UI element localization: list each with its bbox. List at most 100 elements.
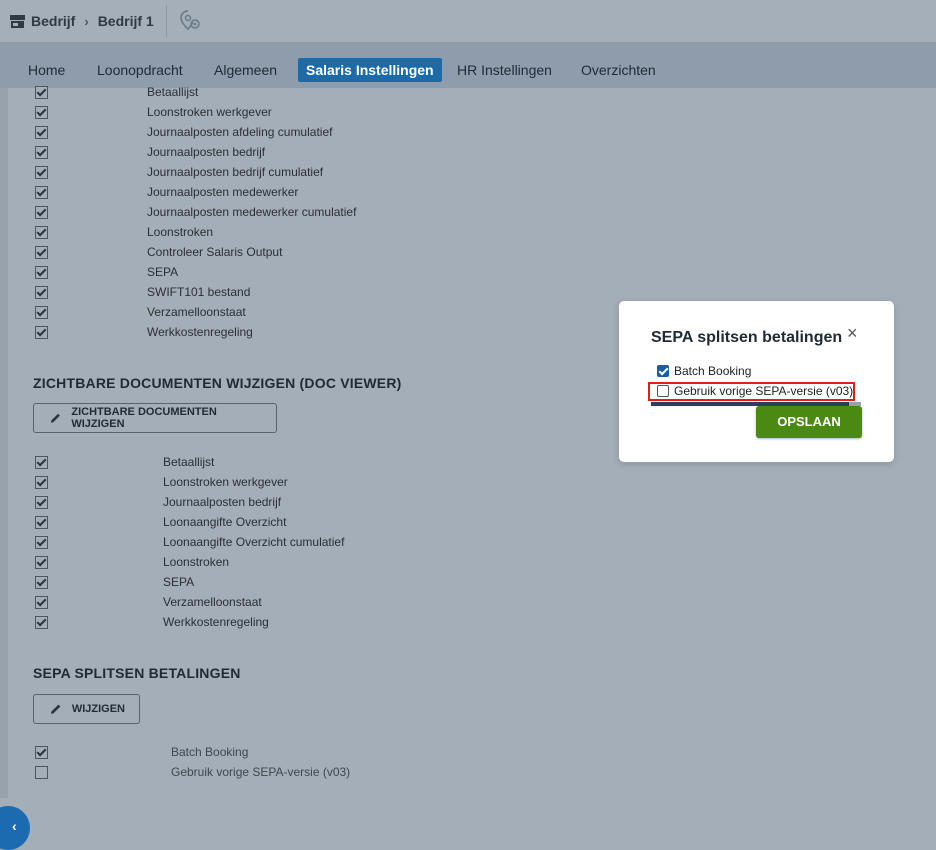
list-item-label: Betaallijst	[163, 455, 215, 469]
list-item: Journaalposten medewerker cumulatief	[8, 204, 608, 224]
checkbox[interactable]	[35, 576, 48, 589]
tab-hr-instellingen[interactable]: HR Instellingen	[449, 58, 560, 82]
list-item: Werkkostenregeling	[8, 614, 608, 634]
modal-checkbox-batch-booking[interactable]	[657, 365, 669, 377]
list-item: Controleer Salaris Output	[8, 244, 608, 264]
list-item: Betaallijst	[8, 454, 608, 474]
list-item-label: Werkkostenregeling	[147, 325, 253, 339]
list-item-label: Loonstroken	[163, 555, 230, 569]
checkbox[interactable]	[35, 246, 48, 259]
checkbox[interactable]	[35, 476, 48, 489]
edit-sepa-label: WIJZIGEN	[71, 703, 125, 715]
list-item: Verzamelloonstaat	[8, 594, 608, 614]
checkbox[interactable]	[35, 516, 48, 529]
edit-sepa-button[interactable]: WIJZIGEN	[33, 694, 140, 724]
tab-home[interactable]: Home	[20, 58, 73, 82]
modal-label-previous-sepa: Gebruik vorige SEPA-versie (v03)	[674, 384, 854, 398]
sepa-modal: SEPA splitsen betalingen × Batch Booking…	[619, 301, 894, 462]
checkbox[interactable]	[35, 536, 48, 549]
list-item-label: Gebruik vorige SEPA-versie (v03)	[171, 765, 351, 779]
checkbox[interactable]	[35, 556, 48, 569]
modal-label-batch-booking: Batch Booking	[674, 364, 752, 378]
list-item-label: Loonstroken werkgever	[163, 475, 288, 489]
breadcrumb: Bedrijf › Bedrijf 1	[0, 13, 154, 29]
pencil-icon	[50, 413, 60, 423]
list-item-label: Batch Booking	[171, 745, 249, 759]
checkbox[interactable]	[35, 496, 48, 509]
list-item: Verzamelloonstaat	[8, 304, 608, 324]
list-item-label: Verzamelloonstaat	[163, 595, 262, 609]
list-item: Journaalposten medewerker	[8, 184, 608, 204]
list-item: Journaalposten afdeling cumulatief	[8, 124, 608, 144]
list-item-label: SEPA	[147, 265, 179, 279]
checkbox[interactable]	[35, 186, 48, 199]
checkbox[interactable]	[35, 166, 48, 179]
list-item: Loonstroken werkgever	[8, 104, 608, 124]
list-item-label: Controleer Salaris Output	[147, 245, 283, 259]
left-strip	[0, 88, 8, 798]
checkbox[interactable]	[35, 326, 48, 339]
modal-title: SEPA splitsen betalingen	[651, 329, 843, 346]
tab-overzichten[interactable]: Overzichten	[573, 58, 664, 82]
list-item-label: Betaallijst	[147, 85, 199, 99]
chevron-right-icon: ›	[84, 13, 89, 29]
modal-checkbox-previous-sepa[interactable]	[657, 385, 669, 397]
checkbox[interactable]	[35, 596, 48, 609]
list-item-label: Journaalposten bedrijf	[163, 495, 282, 509]
save-button[interactable]: OPSLAAN	[756, 406, 862, 438]
list-item-label: SWIFT101 bestand	[147, 285, 251, 299]
chevron-left-icon: ‹	[12, 818, 17, 834]
checkbox[interactable]	[35, 226, 48, 239]
edit-visible-documents-button[interactable]: ZICHTBARE DOCUMENTEN WIJZIGEN	[33, 403, 277, 433]
location-settings-icon[interactable]	[179, 9, 201, 36]
list-item-label: Journaalposten afdeling cumulatief	[147, 125, 333, 139]
checkbox[interactable]	[35, 106, 48, 119]
list-item: Journaalposten bedrijf	[8, 494, 608, 514]
sidebar-toggle-button[interactable]: ‹	[0, 806, 30, 850]
list-item: SEPA	[8, 574, 608, 594]
list-item-label: Journaalposten bedrijf cumulatief	[147, 165, 324, 179]
tab-loonopdracht[interactable]: Loonopdracht	[89, 58, 191, 82]
list-item: Journaalposten bedrijf	[8, 144, 608, 164]
checkbox[interactable]	[35, 616, 48, 629]
list-item-label: Verzamelloonstaat	[147, 305, 246, 319]
list-item-label: Journaalposten medewerker	[147, 185, 299, 199]
top-bar: Bedrijf › Bedrijf 1	[0, 0, 936, 42]
close-icon[interactable]: ×	[847, 323, 858, 344]
breadcrumb-item-bedrijf[interactable]: Bedrijf	[31, 13, 75, 29]
breadcrumb-item-bedrijf-1[interactable]: Bedrijf 1	[98, 13, 154, 29]
section-title-sepa: SEPA SPLITSEN BETALINGEN	[33, 665, 241, 681]
list-item: Loonstroken	[8, 224, 608, 244]
section-title-doc-viewer: ZICHTBARE DOCUMENTEN WIJZIGEN (DOC VIEWE…	[33, 375, 402, 391]
list-item: SWIFT101 bestand	[8, 284, 608, 304]
divider	[166, 5, 167, 37]
list-item: Werkkostenregeling	[8, 324, 608, 344]
list-item-label: Werkkostenregeling	[163, 615, 269, 629]
store-icon	[10, 14, 25, 28]
list-item: Batch Booking	[8, 744, 608, 764]
checkbox[interactable]	[35, 456, 48, 469]
edit-visible-documents-label: ZICHTBARE DOCUMENTEN WIJZIGEN	[71, 406, 217, 430]
tab-salaris-instellingen[interactable]: Salaris Instellingen	[298, 58, 442, 82]
checkbox[interactable]	[35, 206, 48, 219]
list-item-label: Journaalposten medewerker cumulatief	[147, 205, 357, 219]
checkbox[interactable]	[35, 746, 48, 759]
tab-algemeen[interactable]: Algemeen	[206, 58, 285, 82]
checkbox[interactable]	[35, 266, 48, 279]
checkbox[interactable]	[35, 86, 48, 99]
checkbox[interactable]	[35, 146, 48, 159]
checkbox[interactable]	[35, 766, 48, 779]
list-item: Journaalposten bedrijf cumulatief	[8, 164, 608, 184]
pencil-icon	[50, 704, 61, 714]
checkbox[interactable]	[35, 286, 48, 299]
list-item: Loonaangifte Overzicht	[8, 514, 608, 534]
list-item-label: Loonaangifte Overzicht	[163, 515, 287, 529]
list-item-label: SEPA	[163, 575, 195, 589]
list-item-label: Journaalposten bedrijf	[147, 145, 266, 159]
checkbox[interactable]	[35, 126, 48, 139]
list-item-label: Loonstroken werkgever	[147, 105, 272, 119]
list-item: SEPA	[8, 264, 608, 284]
tab-bar: Home Loonopdracht Algemeen Salaris Inste…	[0, 42, 936, 88]
checkbox[interactable]	[35, 306, 48, 319]
list-item: Loonstroken	[8, 554, 608, 574]
